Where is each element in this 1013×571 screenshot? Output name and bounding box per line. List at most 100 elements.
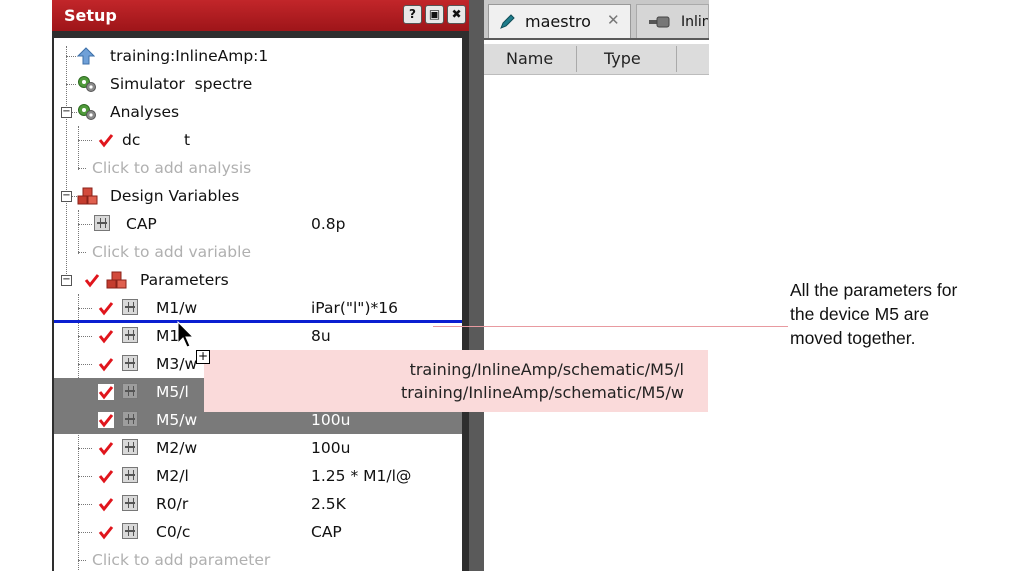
tree-item-parameters[interactable]: − Parameters xyxy=(54,266,462,294)
content-area xyxy=(484,40,709,571)
parameter-row[interactable]: M2/l 1.25 * M1/l@ xyxy=(54,462,462,490)
pencil-icon xyxy=(500,14,515,29)
parameter-row[interactable]: M2/w 100u xyxy=(54,434,462,462)
design-variables-label: Design Variables xyxy=(110,187,240,205)
simulator-label: Simulator spectre xyxy=(110,75,253,93)
collapse-toggle-icon[interactable]: − xyxy=(61,191,72,202)
tab-inline[interactable]: Inlin xyxy=(636,4,709,38)
parameter-icon xyxy=(122,523,138,539)
checkmark-icon[interactable] xyxy=(98,440,114,456)
add-analysis-item[interactable]: Click to add analysis xyxy=(54,154,462,182)
add-variable-item[interactable]: Click to add variable xyxy=(54,238,462,266)
cubes-icon xyxy=(106,271,127,289)
tree-item-analysis-dc[interactable]: dc t xyxy=(54,126,462,154)
analysis-name: dc xyxy=(122,131,141,149)
parameter-icon xyxy=(122,383,138,399)
float-button[interactable]: ▣ xyxy=(425,5,444,24)
add-analysis-label: Click to add analysis xyxy=(92,159,252,177)
checkmark-icon[interactable] xyxy=(98,412,114,428)
parameter-value: 2.5K xyxy=(311,495,346,513)
checkmark-icon[interactable] xyxy=(98,132,114,148)
parameter-row[interactable]: M1/w iPar("l")*16 xyxy=(54,294,462,322)
parameter-name: R0/r xyxy=(156,495,189,513)
add-variable-label: Click to add variable xyxy=(92,243,251,261)
annotation-line: moved together. xyxy=(790,328,916,348)
column-separator[interactable] xyxy=(676,46,677,72)
variable-icon xyxy=(94,215,110,231)
parameter-icon xyxy=(122,327,138,343)
parameter-icon xyxy=(122,439,138,455)
tree-item-simulator[interactable]: Simulator spectre xyxy=(54,70,462,98)
setup-title: Setup xyxy=(64,6,117,25)
parameter-value: 100u xyxy=(311,439,351,457)
tree-item-design-variables[interactable]: − Design Variables xyxy=(54,182,462,210)
parameter-icon xyxy=(122,495,138,511)
setup-tree: training:InlineAmp:1 Simulator spectre − xyxy=(54,38,462,571)
project-label: training:InlineAmp:1 xyxy=(110,47,269,65)
column-separator[interactable] xyxy=(576,46,577,72)
parameter-row[interactable]: C0/c CAP xyxy=(54,518,462,546)
parameter-name: M2/w xyxy=(156,439,198,457)
annotation-text: All the parameters for the device M5 are… xyxy=(790,278,1010,350)
parameter-value: CAP xyxy=(311,523,342,541)
parameter-icon xyxy=(122,355,138,371)
collapse-toggle-icon[interactable]: − xyxy=(61,107,72,118)
close-tab-icon[interactable]: ✕ xyxy=(607,11,620,29)
checkmark-icon[interactable] xyxy=(98,356,114,372)
annotation-line: All the parameters for xyxy=(790,280,958,300)
variable-value: 0.8p xyxy=(311,215,346,233)
drop-indicator-line xyxy=(54,320,462,323)
parameter-value: 1.25 * M1/l@ xyxy=(311,467,412,485)
parameter-row[interactable]: M1 8u xyxy=(54,322,462,350)
checkmark-icon[interactable] xyxy=(98,328,114,344)
tab-label: Inlin xyxy=(681,14,709,30)
setup-header: Setup ? ▣ ✖ xyxy=(52,0,469,31)
checkmark-icon[interactable] xyxy=(98,496,114,512)
parameters-label: Parameters xyxy=(140,271,229,289)
tab-maestro[interactable]: maestro ✕ xyxy=(488,4,631,38)
help-button[interactable]: ? xyxy=(403,5,422,24)
gears-icon xyxy=(78,104,96,120)
parameter-name: M1/w xyxy=(156,299,198,317)
close-panel-button[interactable]: ✖ xyxy=(447,5,466,24)
column-name[interactable]: Name xyxy=(506,49,553,68)
parameter-row[interactable]: R0/r 2.5K xyxy=(54,490,462,518)
parameter-name: M1 xyxy=(156,327,180,345)
variable-name: CAP xyxy=(126,215,157,233)
analysis-value: t xyxy=(184,131,191,149)
tree-item-variable-cap[interactable]: CAP 0.8p xyxy=(54,210,462,238)
checkmark-icon[interactable] xyxy=(84,272,100,288)
tab-label: maestro xyxy=(525,12,591,31)
add-parameter-label: Click to add parameter xyxy=(92,551,271,569)
parameter-name: M5/w xyxy=(156,411,198,429)
parameter-name: M3/w xyxy=(156,355,198,373)
tree-item-project[interactable]: training:InlineAmp:1 xyxy=(54,42,462,70)
analyses-label: Analyses xyxy=(110,103,180,121)
drag-tooltip-line: training/InlineAmp/schematic/M5/l xyxy=(409,360,684,379)
annotation-line: the device M5 are xyxy=(790,304,930,324)
plug-icon xyxy=(649,16,670,28)
parameter-icon xyxy=(122,467,138,483)
parameter-value: 8u xyxy=(311,327,331,345)
checkmark-icon[interactable] xyxy=(98,468,114,484)
copy-plus-icon: + xyxy=(196,349,210,364)
cubes-icon xyxy=(77,187,98,205)
parameter-name: C0/c xyxy=(156,523,191,541)
gears-icon xyxy=(78,76,96,92)
callout-line xyxy=(433,326,788,327)
drag-tooltip: training/InlineAmp/schematic/M5/l traini… xyxy=(204,350,708,412)
tree-item-analyses[interactable]: − Analyses xyxy=(54,98,462,126)
parameter-value: iPar("l")*16 xyxy=(311,299,398,317)
mouse-pointer-icon xyxy=(177,321,195,348)
checkmark-icon[interactable] xyxy=(98,524,114,540)
checkmark-icon[interactable] xyxy=(98,300,114,316)
parameter-icon xyxy=(122,299,138,315)
parameter-name: M5/l xyxy=(156,383,189,401)
parameter-name: M2/l xyxy=(156,467,189,485)
drag-tooltip-line: training/InlineAmp/schematic/M5/w xyxy=(400,383,684,402)
parameter-icon xyxy=(122,411,138,427)
collapse-toggle-icon[interactable]: − xyxy=(61,275,72,286)
column-type[interactable]: Type xyxy=(604,49,641,68)
checkmark-icon[interactable] xyxy=(98,384,114,400)
add-parameter-item[interactable]: Click to add parameter xyxy=(54,546,462,571)
